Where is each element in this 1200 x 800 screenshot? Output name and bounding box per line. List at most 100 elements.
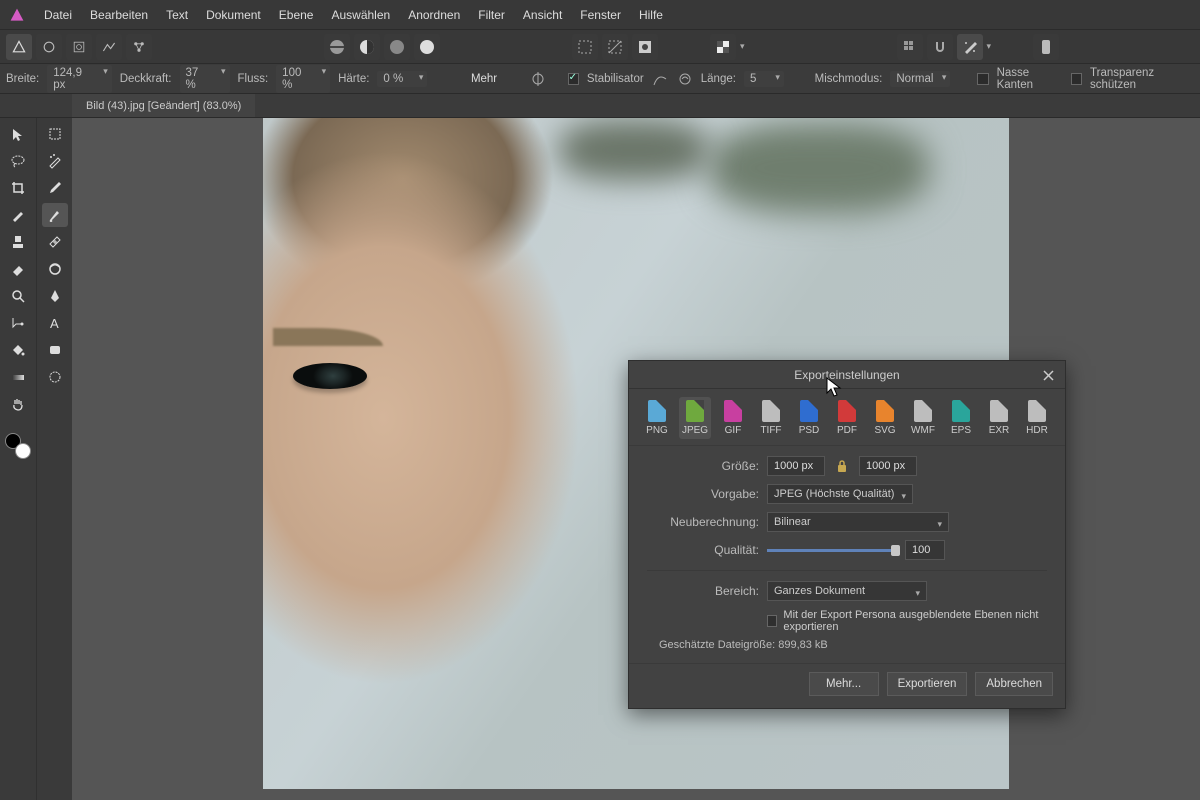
toolbar-circle4-icon[interactable] — [414, 34, 440, 60]
resample-dropdown[interactable]: Bilinear — [767, 512, 949, 532]
toolbar-grid-icon[interactable] — [897, 34, 923, 60]
protect-alpha-checkbox[interactable] — [1071, 73, 1082, 85]
node-tool-icon[interactable] — [5, 311, 31, 335]
stabilizer-window-icon[interactable] — [676, 70, 693, 88]
more-button[interactable]: Mehr — [471, 73, 497, 85]
toolbar-snap-icon[interactable] — [927, 34, 953, 60]
toolbar-quickmask-icon[interactable] — [632, 34, 658, 60]
menu-auswaehlen[interactable]: Auswählen — [331, 8, 390, 22]
toolbar-selection2-icon[interactable] — [602, 34, 628, 60]
toolbar-help-icon[interactable] — [1033, 34, 1059, 60]
menu-hilfe[interactable]: Hilfe — [639, 8, 663, 22]
opacity-value[interactable]: 37 % — [180, 65, 230, 93]
toolbar-assistant-icon[interactable] — [957, 34, 983, 60]
menubar: Datei Bearbeiten Text Dokument Ebene Aus… — [0, 0, 1200, 30]
fill-tool-icon[interactable] — [5, 338, 31, 362]
burn-tool-icon[interactable] — [42, 257, 68, 281]
menu-text[interactable]: Text — [166, 8, 188, 22]
persona-liquify-icon[interactable] — [36, 34, 62, 60]
flood-select-tool-icon[interactable] — [42, 149, 68, 173]
menu-dokument[interactable]: Dokument — [206, 8, 261, 22]
stabilizer-rope-icon[interactable] — [652, 70, 669, 88]
export-button[interactable]: Exportieren — [887, 672, 968, 696]
menu-filter[interactable]: Filter — [478, 8, 505, 22]
heal-tool-icon[interactable] — [42, 230, 68, 254]
gradient-tool-icon[interactable] — [5, 365, 31, 389]
export-dialog: Exporteinstellungen PNGJPEGGIFTIFFPSDPDF… — [628, 360, 1066, 709]
format-pdf[interactable]: PDF — [831, 397, 863, 439]
toolbar-dd-caret2-icon[interactable]: ▾ — [987, 41, 992, 52]
format-wmf[interactable]: WMF — [907, 397, 939, 439]
color-wells[interactable] — [5, 433, 31, 459]
hardness-value[interactable]: 0 % — [377, 71, 427, 87]
text-tool-icon[interactable]: A — [42, 311, 68, 335]
move-tool-icon[interactable] — [5, 122, 31, 146]
shape-tool-icon[interactable] — [42, 338, 68, 362]
stabilizer-checkbox[interactable] — [568, 73, 579, 85]
persona-export-icon[interactable] — [126, 34, 152, 60]
menu-bearbeiten[interactable]: Bearbeiten — [90, 8, 148, 22]
tool-panel: A — [0, 118, 72, 800]
view-tool-icon[interactable] — [42, 365, 68, 389]
size-height-input[interactable]: 1000 px — [859, 456, 917, 476]
stamp-tool-icon[interactable] — [5, 230, 31, 254]
filesize-label: Geschätzte Dateigröße: — [659, 639, 775, 651]
eraser-tool-icon[interactable] — [5, 257, 31, 281]
size-width-input[interactable]: 1000 px — [767, 456, 825, 476]
format-exr[interactable]: EXR — [983, 397, 1015, 439]
menu-ansicht[interactable]: Ansicht — [523, 8, 562, 22]
toolbar-swatch-icon[interactable] — [710, 34, 736, 60]
toolbar-selection1-icon[interactable] — [572, 34, 598, 60]
width-value[interactable]: 124,9 px — [47, 65, 111, 93]
format-png[interactable]: PNG — [641, 397, 673, 439]
stabilizer-label: Stabilisator — [587, 73, 644, 85]
paint-brush-tool-icon[interactable] — [42, 203, 68, 227]
toolbar-circle1-icon[interactable] — [324, 34, 350, 60]
menu-fenster[interactable]: Fenster — [580, 8, 621, 22]
menu-ebene[interactable]: Ebene — [279, 8, 314, 22]
quality-value-input[interactable]: 100 — [905, 540, 945, 560]
pen-tool-icon[interactable] — [42, 284, 68, 308]
document-tab[interactable]: Bild (43).jpg [Geändert] (83.0%) — [72, 94, 255, 117]
lasso-tool-icon[interactable] — [5, 149, 31, 173]
close-icon[interactable] — [1039, 366, 1057, 384]
persona-photo-icon[interactable] — [6, 34, 32, 60]
hardness-label: Härte: — [338, 73, 369, 85]
lock-icon[interactable] — [833, 457, 851, 475]
quality-slider[interactable] — [767, 543, 897, 557]
dialog-titlebar[interactable]: Exporteinstellungen — [629, 361, 1065, 389]
format-svg[interactable]: SVG — [869, 397, 901, 439]
persona-develop-icon[interactable] — [66, 34, 92, 60]
persona-tone-icon[interactable] — [96, 34, 122, 60]
hide-layers-checkbox[interactable] — [767, 615, 777, 627]
format-gif[interactable]: GIF — [717, 397, 749, 439]
cancel-button[interactable]: Abbrechen — [975, 672, 1053, 696]
eyedropper-tool-icon[interactable] — [42, 176, 68, 200]
more-button[interactable]: Mehr... — [809, 672, 879, 696]
menu-datei[interactable]: Datei — [44, 8, 72, 22]
toolbar-contrast-icon[interactable] — [354, 34, 380, 60]
marquee-tool-icon[interactable] — [42, 122, 68, 146]
toolbar-circle3-icon[interactable] — [384, 34, 410, 60]
format-tiff[interactable]: TIFF — [755, 397, 787, 439]
crop-tool-icon[interactable] — [5, 176, 31, 200]
menu-anordnen[interactable]: Anordnen — [408, 8, 460, 22]
flow-value[interactable]: 100 % — [276, 65, 330, 93]
wet-edges-checkbox[interactable] — [977, 73, 988, 85]
blend-value[interactable]: Normal — [890, 71, 950, 87]
length-value[interactable]: 5 — [744, 71, 784, 87]
format-label: HDR — [1026, 425, 1048, 436]
format-eps[interactable]: EPS — [945, 397, 977, 439]
hand-tool-icon[interactable] — [5, 392, 31, 416]
format-hdr[interactable]: HDR — [1021, 397, 1053, 439]
zoom-tool-icon[interactable] — [5, 284, 31, 308]
area-dropdown[interactable]: Ganzes Dokument — [767, 581, 927, 601]
format-jpeg[interactable]: JPEG — [679, 397, 711, 439]
symmetry-icon[interactable] — [530, 70, 547, 88]
brush-tool-icon[interactable] — [5, 203, 31, 227]
options-bar: Breite: 124,9 px Deckkraft: 37 % Fluss: … — [0, 64, 1200, 94]
preset-dropdown[interactable]: JPEG (Höchste Qualität) — [767, 484, 913, 504]
format-psd[interactable]: PSD — [793, 397, 825, 439]
toolbar-dd-caret-icon[interactable]: ▾ — [740, 41, 745, 52]
resample-label: Neuberechnung: — [647, 515, 759, 529]
